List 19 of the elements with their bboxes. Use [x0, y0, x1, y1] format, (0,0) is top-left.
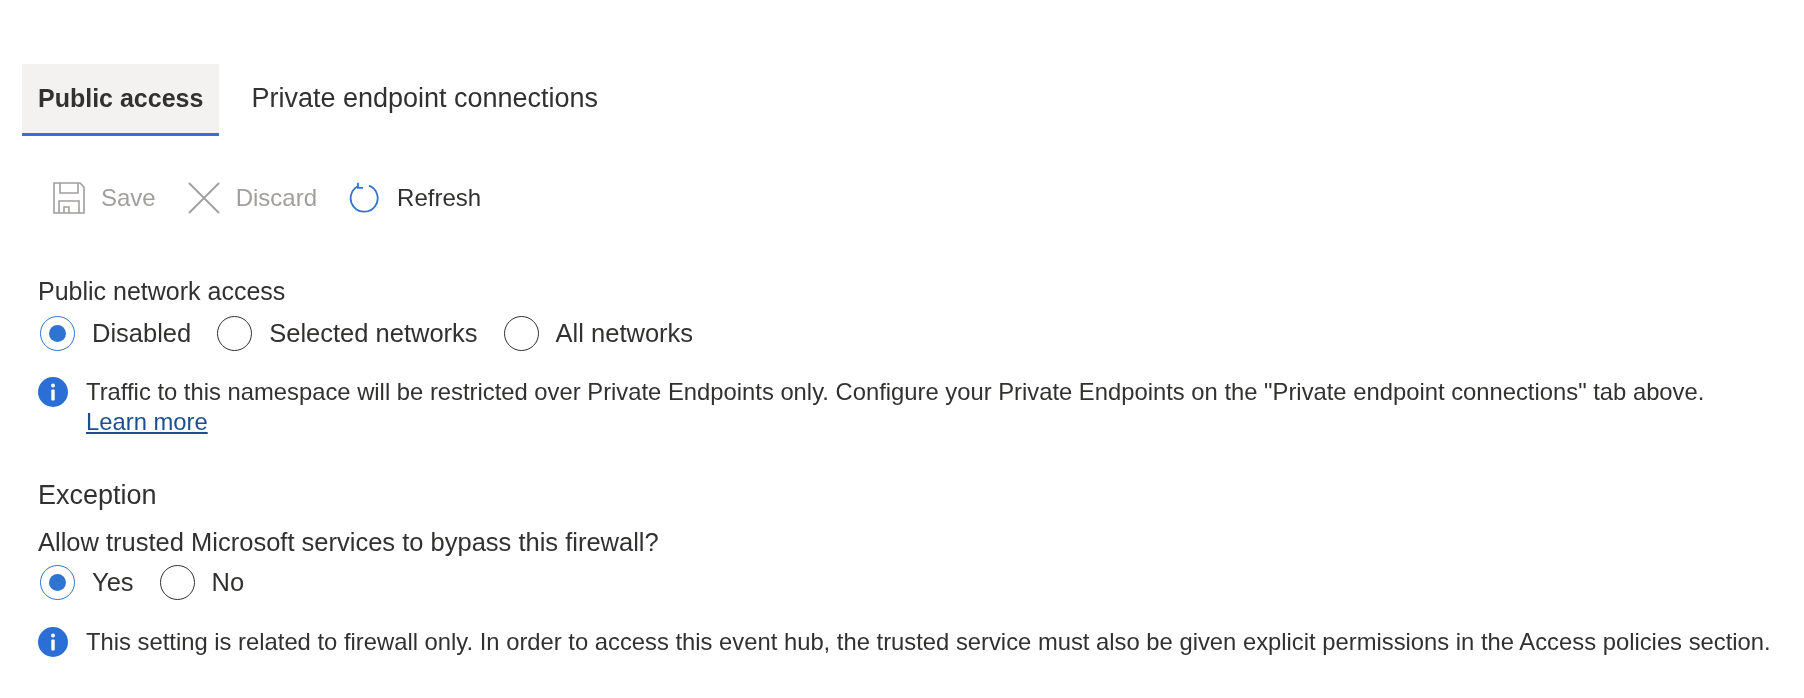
refresh-button[interactable]: Refresh — [349, 178, 482, 218]
field-label: Public network access — [37, 276, 286, 306]
info-message: Traffic to this namespace will be restricted over Private Endpoints only. Configure your Private Endpoints on the "Private endpoint connections" tab above. — [86, 377, 1705, 407]
refresh-icon — [349, 182, 382, 214]
radio-option[interactable]: Yes — [40, 565, 134, 600]
info-icon — [38, 627, 68, 657]
close-icon — [187, 182, 220, 214]
radio-option[interactable]: Disabled — [40, 316, 192, 351]
learn-more-link[interactable]: Learn more — [86, 407, 208, 437]
field-label: Allow trusted Microsoft services to bypass this firewall? — [37, 527, 659, 557]
radio-option[interactable]: Selected networks — [217, 316, 478, 351]
tab[interactable]: Public access — [22, 64, 220, 136]
info-icon — [38, 377, 68, 407]
save-icon — [53, 182, 85, 214]
section-heading: Exception — [37, 479, 157, 512]
info-message: This setting is related to firewall only. In order to access this event hub, the trusted service must also be given explicit permissions in the Access policies section. — [86, 627, 1771, 657]
radio-option[interactable]: All networks — [503, 316, 694, 351]
radio-option[interactable]: No — [159, 565, 245, 600]
tab[interactable]: Private endpoint connections — [235, 64, 615, 136]
